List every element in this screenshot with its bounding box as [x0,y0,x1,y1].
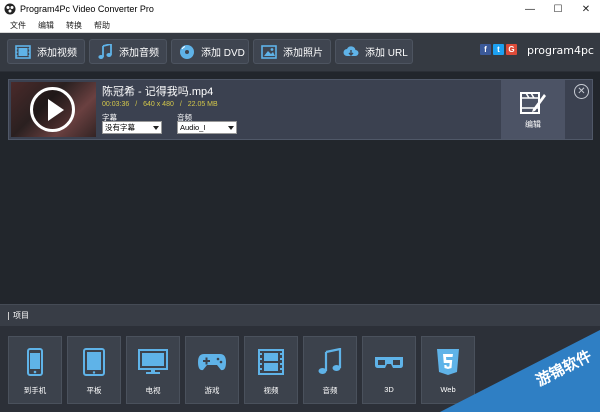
add-audio-label: 添加音频 [119,48,159,59]
add-video-button[interactable]: 添加视频 [7,39,85,64]
meta-separator: / [179,101,182,108]
disc-icon [179,44,195,60]
add-video-label: 添加视频 [37,48,77,59]
subtitle-value: 没有字幕 [105,123,135,132]
add-url-label: 添加 URL [365,48,408,59]
music-icon [315,347,345,377]
file-item[interactable]: 陈冠希 - 记得我吗.mp4 00:03:36 / 640 x 480 / 22… [8,79,593,140]
twitter-icon[interactable]: t [493,44,504,55]
facebook-icon[interactable]: f [480,44,491,55]
brand-logo: program4pc [527,44,594,57]
watermark: 游锦软件 [440,330,600,412]
window-controls: — ☐ ✕ [516,0,600,18]
menu-help[interactable]: 帮助 [88,20,116,31]
add-dvd-button[interactable]: 添加 DVD [171,39,249,64]
minimize-button[interactable]: — [516,0,544,18]
preset-label: 3D [384,385,394,394]
preset-tablet[interactable]: 平板 [67,336,121,404]
video-thumbnail[interactable] [11,82,96,137]
project-bar: 项目 [0,304,600,326]
audio-value: Audio_I [180,123,206,132]
preset-tv[interactable]: 电视 [126,336,180,404]
preset-label: 到手机 [23,386,47,395]
play-icon[interactable] [30,87,75,132]
maximize-button[interactable]: ☐ [544,0,572,18]
preset-video[interactable]: 视频 [244,336,298,404]
add-dvd-label: 添加 DVD [201,48,245,59]
social-links: f t G [480,44,517,55]
preset-3d[interactable]: 3D [362,336,416,404]
tv-icon [138,347,168,377]
menu-bar: 文件 编辑 转换 帮助 [0,18,600,33]
music-note-icon [97,43,113,60]
gamepad-icon [197,347,227,377]
menu-convert[interactable]: 转换 [60,20,88,31]
menu-edit[interactable]: 编辑 [32,20,60,31]
add-photo-button[interactable]: 添加照片 [253,39,331,64]
preset-label: 视频 [263,386,279,395]
phone-icon [20,347,50,377]
cloud-download-icon [343,44,359,60]
preset-label: 电视 [145,386,161,395]
project-label: 项目 [13,311,29,320]
3d-glasses-icon [374,347,404,377]
tablet-icon [79,347,109,377]
preset-audio[interactable]: 音频 [303,336,357,404]
app-icon [4,3,16,15]
film-icon [256,347,286,377]
remove-item-button[interactable]: ✕ [574,84,589,99]
file-size: 22.05 MB [187,101,218,108]
meta-separator: / [135,101,138,108]
window-title: Program4Pc Video Converter Pro [20,4,154,14]
toolbar: 添加视频 添加音频 添加 DVD 添加照片 添加 URL f t G progr… [0,33,600,72]
edit-button[interactable]: 编辑 [501,80,565,139]
image-icon [261,44,277,60]
add-photo-label: 添加照片 [283,48,323,59]
section-divider [8,312,9,320]
film-icon [15,44,31,60]
file-list: 陈冠希 - 记得我吗.mp4 00:03:36 / 640 x 480 / 22… [0,72,600,304]
chevron-down-icon [228,126,234,130]
file-name: 陈冠希 - 记得我吗.mp4 [102,86,214,98]
add-audio-button[interactable]: 添加音频 [89,39,167,64]
google-plus-icon[interactable]: G [506,44,517,55]
subtitle-select[interactable]: 没有字幕 [102,121,162,134]
title-bar: Program4Pc Video Converter Pro — ☐ ✕ [0,0,600,18]
preset-label: 音频 [322,386,338,395]
edit-label: 编辑 [525,120,541,129]
resolution: 640 x 480 [143,101,174,108]
file-meta: 00:03:36 / 640 x 480 / 22.05 MB [102,101,218,108]
audio-select[interactable]: Audio_I [177,121,237,134]
duration: 00:03:36 [102,101,130,108]
menu-file[interactable]: 文件 [0,20,32,31]
close-window-button[interactable]: ✕ [572,0,600,18]
chevron-down-icon [153,126,159,130]
preset-phone[interactable]: 到手机 [8,336,62,404]
preset-label: 平板 [86,386,102,395]
preset-label: 游戏 [204,386,220,395]
preset-games[interactable]: 游戏 [185,336,239,404]
edit-film-icon [520,92,546,114]
add-url-button[interactable]: 添加 URL [335,39,413,64]
